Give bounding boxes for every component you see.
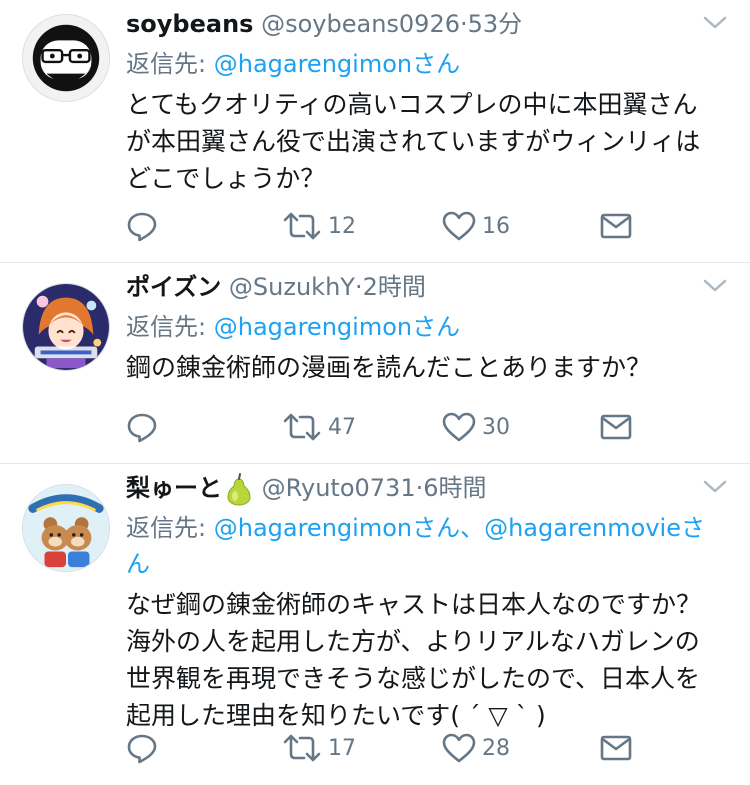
display-name[interactable]: 梨ゅーと bbox=[126, 474, 222, 502]
like-button[interactable]: 16 bbox=[442, 211, 510, 241]
tweet-header: ポイズン @SuzukhY·2時間 bbox=[126, 267, 730, 307]
like-button[interactable]: 30 bbox=[442, 412, 510, 442]
user-handle[interactable]: @Ryuto0731 bbox=[262, 474, 416, 502]
mention-link[interactable]: @hagarengimonさん bbox=[214, 313, 460, 341]
reply-to-line: 返信先: @hagarengimonさん、@hagarenmovieさ ん bbox=[126, 510, 730, 582]
timestamp[interactable]: 2時間 bbox=[363, 273, 426, 301]
message-icon bbox=[600, 735, 632, 761]
retweet-button[interactable]: 17 bbox=[282, 733, 356, 763]
direct-message-button[interactable] bbox=[600, 213, 632, 239]
tweet-header: soybeans @soybeans0926·53分 bbox=[126, 4, 730, 44]
display-name[interactable]: ポイズン bbox=[126, 273, 221, 301]
reply-icon bbox=[127, 413, 157, 443]
tweet-header: 梨ゅーと @Ryuto0731·6時間 bbox=[126, 468, 730, 508]
avatar-cartoon-face-icon bbox=[23, 15, 109, 101]
retweet-count: 17 bbox=[328, 735, 356, 761]
chevron-down-icon[interactable] bbox=[702, 277, 728, 295]
like-count: 28 bbox=[482, 735, 510, 761]
reply-to-label: 返信先: bbox=[126, 50, 207, 78]
avatar[interactable] bbox=[22, 484, 110, 572]
tweet[interactable]: 梨ゅーと @Ryuto0731·6時間 返信先: @hagarengimonさん… bbox=[0, 464, 750, 785]
retweet-button[interactable]: 47 bbox=[282, 412, 356, 442]
timestamp[interactable]: 53分 bbox=[468, 10, 523, 38]
chevron-down-icon[interactable] bbox=[702, 478, 728, 496]
like-count: 16 bbox=[482, 213, 510, 239]
avatar-fantasy-dome-logo-icon bbox=[23, 485, 109, 571]
tweet[interactable]: ポイズン @SuzukhY·2時間 返信先: @hagarengimonさん 鋼… bbox=[0, 263, 750, 464]
separator-dot: · bbox=[354, 273, 363, 301]
retweet-icon bbox=[283, 413, 321, 441]
tweet[interactable]: soybeans @soybeans0926·53分 返信先: @hagaren… bbox=[0, 0, 750, 263]
retweet-count: 12 bbox=[328, 213, 356, 239]
tweet-text: なぜ鋼の錬金術師のキャストは日本人なのですか？ 海外の人を起用した方が、よりリア… bbox=[126, 590, 702, 730]
reply-button[interactable] bbox=[126, 411, 158, 443]
reply-to-line: 返信先: @hagarengimonさん bbox=[126, 46, 730, 82]
retweet-button[interactable]: 12 bbox=[282, 211, 356, 241]
like-icon bbox=[442, 211, 476, 241]
reply-to-label: 返信先: bbox=[126, 313, 207, 341]
reply-icon bbox=[127, 734, 157, 764]
avatar-anime-character-icon bbox=[23, 284, 109, 370]
reply-to-label: 返信先: bbox=[126, 514, 207, 542]
like-icon bbox=[442, 733, 476, 763]
avatar[interactable] bbox=[22, 283, 110, 371]
like-count: 30 bbox=[482, 414, 510, 440]
direct-message-button[interactable] bbox=[600, 735, 632, 761]
reply-button[interactable] bbox=[126, 210, 158, 242]
timestamp[interactable]: 6時間 bbox=[423, 474, 486, 502]
reply-icon bbox=[127, 212, 157, 242]
chevron-down-icon[interactable] bbox=[702, 14, 728, 32]
separator-dot: · bbox=[459, 10, 468, 38]
avatar[interactable] bbox=[22, 14, 110, 102]
user-handle[interactable]: @soybeans0926 bbox=[261, 10, 460, 38]
retweet-count: 47 bbox=[328, 414, 356, 440]
mention-link[interactable]: @hagarengimonさん bbox=[214, 50, 460, 78]
message-icon bbox=[600, 213, 632, 239]
reply-to-line: 返信先: @hagarengimonさん bbox=[126, 309, 730, 345]
reply-button[interactable] bbox=[126, 732, 158, 764]
mention-link[interactable]: @hagarengimonさん、@hagarenmovieさ ん bbox=[126, 514, 705, 578]
retweet-icon bbox=[283, 734, 321, 762]
tweet-text: とてもクオリティの高いコスプレの中に本田翼さん が本田翼さん役で出演されています… bbox=[126, 90, 701, 193]
retweet-icon bbox=[283, 212, 321, 240]
pear-icon bbox=[227, 473, 251, 506]
like-icon bbox=[442, 412, 476, 442]
direct-message-button[interactable] bbox=[600, 414, 632, 440]
tweet-text: 鋼の錬金術師の漫画を読んだことありますか？ bbox=[126, 353, 652, 382]
message-icon bbox=[600, 414, 632, 440]
display-name[interactable]: soybeans bbox=[126, 10, 253, 38]
user-handle[interactable]: @SuzukhY bbox=[229, 273, 355, 301]
like-button[interactable]: 28 bbox=[442, 733, 510, 763]
